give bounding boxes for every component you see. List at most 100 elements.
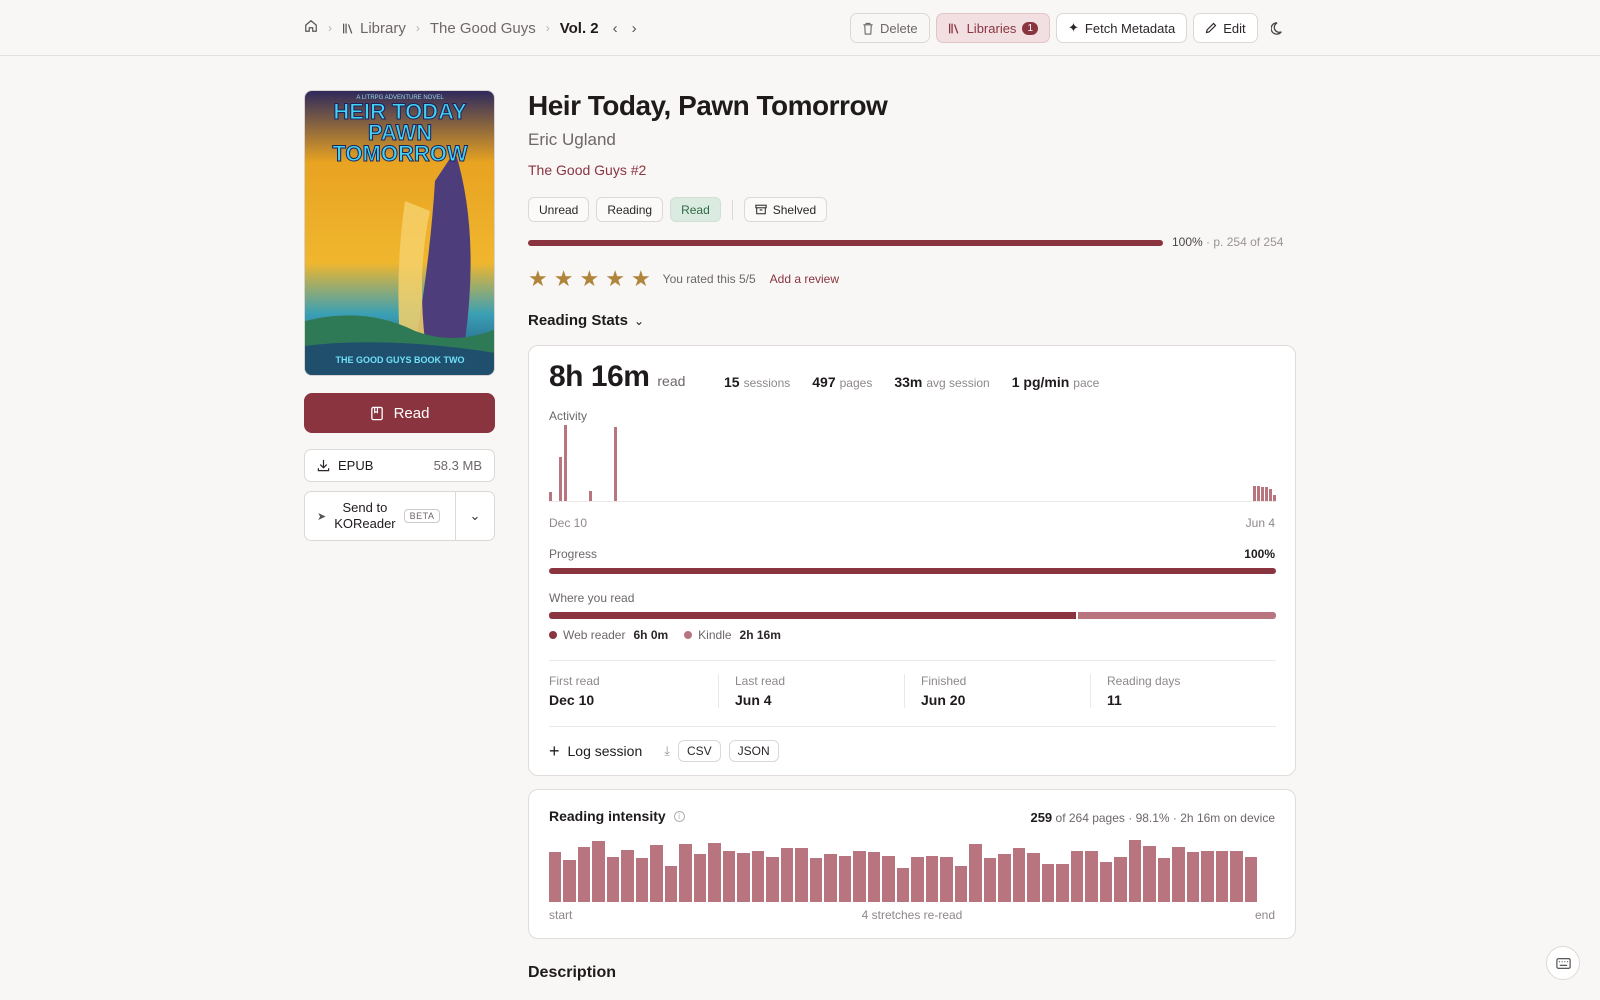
stat-avg-unit: avg session [926,376,990,390]
book-cover[interactable]: A LITRPG ADVENTURE NOVEL HEIR TODAY PAWN… [304,90,495,376]
breadcrumb: › Library › The Good Guys › Vol. 2 ‹ › [304,17,637,39]
breadcrumb-series[interactable]: The Good Guys [430,20,536,37]
intensity-bar [1186,852,1200,902]
library-icon [343,23,353,34]
log-session-button[interactable]: + Log session [549,742,643,760]
kindle-segment [1078,612,1276,619]
keyboard-shortcuts-icon[interactable] [1546,946,1580,980]
activity-bar [589,491,592,501]
intensity-bar [635,858,649,902]
stat-summary: 15 sessions 497 pages 33m avg session 1 pg/… [724,374,1099,392]
libraries-count-badge: 1 [1022,21,1038,35]
book-series-link[interactable]: The Good Guys #2 [528,162,646,178]
intensity-middle-label: 4 stretches re-read [861,908,963,922]
previous-volume-icon[interactable]: ‹ [613,20,618,37]
device-legend: Web reader 6h 0m Kindle 2h 16m [549,628,781,642]
intensity-bar [969,844,982,902]
stat-pace-value: 1 pg/min [1011,374,1070,390]
divider [549,726,1276,727]
home-icon[interactable] [304,19,318,37]
progress-bar-fill [528,240,1163,246]
reading-stats-toggle[interactable]: Reading Stats ⌄ [528,312,644,329]
first-read-label: First read [549,674,600,688]
first-read-value: Dec 10 [549,692,595,708]
intensity-bar [1056,863,1069,902]
edit-button[interactable]: Edit [1193,13,1258,43]
breadcrumb-library[interactable]: Library [342,20,406,37]
book-title: Heir Today, Pawn Tomorrow [528,90,888,121]
reading-intensity-card: Reading intensity i 259 of 264 pages · 9… [528,789,1296,939]
status-unread[interactable]: Unread [528,197,590,222]
intensity-bar [824,854,837,902]
legend-dot [684,631,693,639]
legend-web-label: Web reader [563,628,626,642]
legend-kindle-label: Kindle [698,628,732,642]
status-shelved[interactable]: Shelved [743,197,828,222]
progress-label: Progress [549,547,598,561]
stat-pace: 1 pg/min pace [1012,374,1100,392]
export-json-button[interactable]: JSON [728,740,779,762]
intensity-bar [1230,850,1243,902]
device-split-bar [549,612,1276,619]
send-icon: ➤ [317,510,327,523]
intensity-pages-read: 259 [1030,810,1053,825]
export-csv-button[interactable]: CSV [677,740,721,762]
star-icon[interactable]: ★ [579,268,599,290]
delete-button[interactable]: Delete [850,13,930,43]
intensity-bar [1157,858,1171,902]
status-read[interactable]: Read [670,197,721,222]
stat-avg-session: 33m avg session [894,374,989,392]
intensity-bar [809,858,823,902]
chevron-right-icon: › [545,21,550,35]
reading-stats-card: 8h 16m read 15 sessions 497 pages 33m avg s… [528,345,1296,776]
intensity-bar [606,856,620,902]
chevron-down-icon[interactable]: ⌄ [456,508,494,524]
intensity-bar [766,857,779,902]
activity-bar [1253,485,1256,501]
reading-days-label: Reading days [1107,674,1181,688]
file-size: 58.3 MB [433,458,482,473]
log-session-label: Log session [567,743,643,759]
send-to-koreader-button[interactable]: ➤ Send to KOReader BETA [305,492,456,540]
next-volume-icon[interactable]: › [632,20,637,37]
intensity-bar [998,854,1011,902]
download-epub-button[interactable]: EPUB 58.3 MB [304,449,495,482]
intensity-bar [780,847,794,902]
star-icon[interactable]: ★ [554,268,574,290]
intensity-bar [925,855,939,902]
finished-value: Jun 20 [921,692,966,708]
send-to-koreader-label: Send to KOReader [334,500,395,532]
fetch-metadata-label: Fetch Metadata [1084,20,1176,36]
stat-avg-value: 33m [894,374,923,390]
intensity-bar [911,857,924,902]
last-read: Last read Jun 4 [718,674,904,708]
status-reading[interactable]: Reading [596,197,664,222]
intensity-bar [1244,857,1257,902]
cover-title-line-3: TOMORROW [332,141,467,166]
intensity-bar [1201,850,1214,902]
description-heading: Description [528,964,617,981]
read-button[interactable]: Read [304,393,495,433]
legend-web: Web reader 6h 0m [549,628,668,642]
first-read: First read Dec 10 [549,674,718,708]
star-icon[interactable]: ★ [528,268,548,290]
intensity-bar [1027,852,1040,902]
info-icon[interactable]: i [673,810,685,822]
cover-bottom-text: THE GOOD GUYS BOOK TWO [335,355,464,365]
progress-text: 100% · p. 254 of 254 [1172,235,1283,249]
fetch-metadata-button[interactable]: ✦ Fetch Metadata [1056,13,1188,43]
activity-bar [614,427,617,501]
star-icon[interactable]: ★ [631,268,651,290]
intensity-bar [1012,847,1026,902]
finished-label: Finished [921,674,967,688]
intensity-histogram [549,838,1259,902]
progress-pages: · p. 254 of 254 [1206,235,1284,249]
add-review-link[interactable]: Add a review [770,272,839,286]
last-read-value: Jun 4 [735,692,772,708]
libraries-button[interactable]: Libraries 1 [935,13,1050,43]
star-icon[interactable]: ★ [605,268,625,290]
book-author[interactable]: Eric Ugland [528,130,616,150]
theme-toggle-moon-icon[interactable] [1264,13,1294,43]
activity-bar [564,425,567,501]
intensity-bar [1128,839,1142,902]
